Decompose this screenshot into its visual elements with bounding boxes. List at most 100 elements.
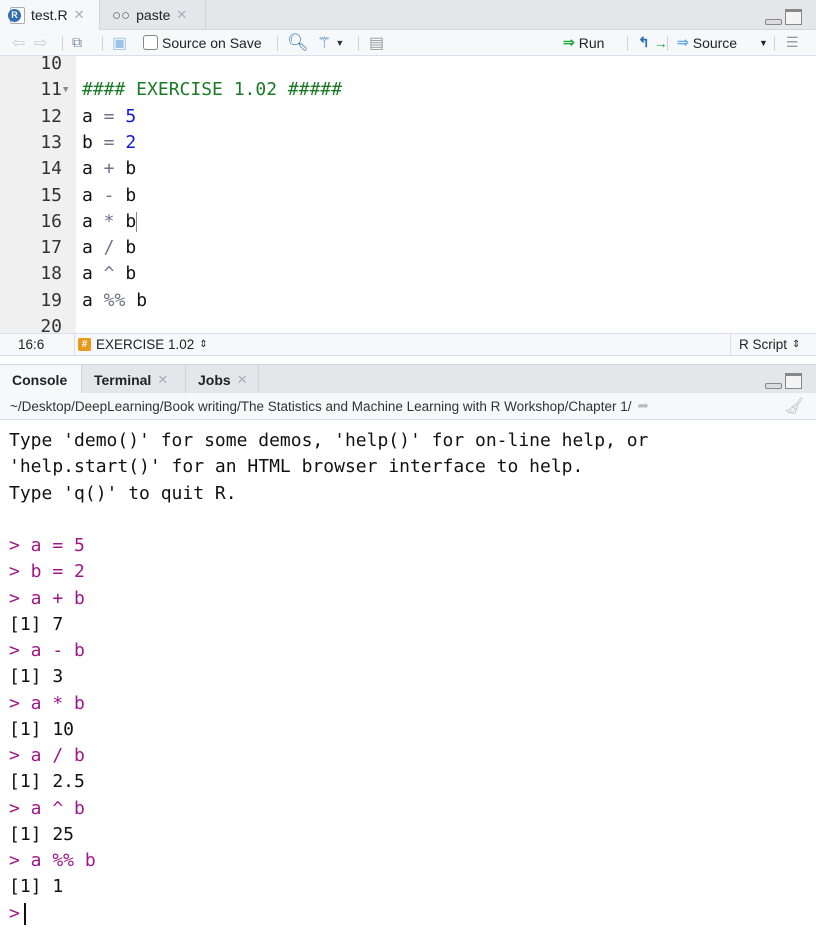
- console-text: > a + b: [9, 587, 85, 609]
- token-ident: a: [82, 263, 93, 285]
- line-number: 15: [40, 184, 62, 206]
- tab-paste[interactable]: ○○ paste ✕: [102, 0, 206, 30]
- filetype-selector[interactable]: R Script ⇕: [739, 337, 800, 352]
- token-ident: b: [125, 237, 137, 259]
- tab-jobs[interactable]: Jobs ✕: [186, 365, 259, 394]
- working-directory-path: ~/Desktop/DeepLearning/Book writing/The …: [10, 398, 632, 414]
- close-icon[interactable]: ✕: [237, 372, 248, 388]
- tab-console[interactable]: Console: [0, 365, 82, 394]
- source-on-save-label: Source on Save: [162, 34, 262, 51]
- token-op: +: [92, 158, 126, 180]
- save-icon[interactable]: ▣: [112, 33, 127, 53]
- line-number: 13: [40, 131, 62, 153]
- close-icon[interactable]: ✕: [176, 7, 187, 23]
- console-text: [1] 10: [9, 718, 75, 740]
- tab-label: Jobs: [198, 371, 231, 388]
- tab-label: paste: [136, 7, 171, 23]
- tab-terminal[interactable]: Terminal ✕: [82, 365, 186, 394]
- console-output-line: Type 'q()' to quit R.: [9, 481, 237, 507]
- r-console[interactable]: Type 'demo()' for some demos, 'help()' f…: [0, 420, 816, 936]
- console-output-line: [1] 2.5: [9, 769, 85, 795]
- code-text: a / b: [82, 235, 136, 261]
- source-dropdown-icon[interactable]: ▼: [759, 38, 768, 48]
- section-navigator[interactable]: # EXERCISE 1.02 ⇕: [78, 337, 208, 352]
- source-button[interactable]: ⇒ Source: [677, 34, 737, 51]
- console-text: > a ^ b: [9, 797, 85, 819]
- show-in-window-icon[interactable]: ⧉: [72, 34, 82, 51]
- console-text: [1] 3: [9, 666, 64, 688]
- line-number: 17: [40, 237, 62, 259]
- glasses-icon: ○○: [112, 6, 131, 24]
- close-icon[interactable]: ✕: [157, 372, 168, 388]
- rerun-icon[interactable]: ↰ →: [638, 34, 668, 51]
- code-text: a = 5: [82, 104, 136, 130]
- console-output-line: [1] 1: [9, 874, 63, 900]
- console-output-line: Type 'demo()' for some demos, 'help()' f…: [9, 428, 648, 454]
- console-tab-bar: Console Terminal ✕ Jobs ✕: [0, 364, 816, 394]
- line-number: 19: [40, 289, 62, 311]
- console-text: > a / b: [9, 745, 85, 766]
- code-text: a * b: [82, 209, 138, 235]
- source-on-save-checkbox[interactable]: Source on Save: [143, 35, 262, 51]
- section-label: EXERCISE 1.02: [96, 337, 195, 352]
- line-number: 18: [40, 263, 62, 285]
- line-number: 16: [40, 210, 62, 232]
- notebook-icon[interactable]: ▤: [369, 33, 384, 53]
- editor-status-bar: 16:6 # EXERCISE 1.02 ⇕ R Script ⇕: [0, 333, 816, 356]
- token-ident: a: [82, 158, 93, 180]
- source-label: Source: [692, 34, 738, 51]
- console-cursor: [23, 902, 26, 925]
- console-output-line: [1] 7: [9, 612, 63, 638]
- console-text: [1] 2.5: [9, 771, 85, 793]
- token-op: -: [92, 184, 126, 206]
- clear-console-broom-icon[interactable]: 🧹︎: [784, 396, 804, 416]
- token-op: %%: [92, 289, 137, 311]
- section-hash-icon: #: [78, 338, 91, 351]
- text-cursor: [136, 211, 138, 232]
- search-icon[interactable]: 🔍︎: [287, 33, 309, 53]
- token-op: *: [92, 210, 126, 232]
- token-ident: a: [82, 237, 93, 259]
- outline-icon[interactable]: ☰: [786, 34, 799, 51]
- code-editor[interactable]: 10 11 ▼ #### EXERCISE 1.02 ##### 12 a = 5 13 b …: [0, 56, 816, 333]
- token-ident: a: [82, 105, 93, 127]
- checkbox-icon[interactable]: [143, 35, 158, 50]
- maximize-icon[interactable]: [785, 373, 802, 389]
- close-icon[interactable]: ✕: [74, 7, 85, 23]
- run-label: Run: [578, 34, 605, 51]
- token-ident: a: [82, 184, 93, 206]
- line-number: 11: [40, 79, 62, 101]
- updown-icon: ⇕: [792, 339, 801, 350]
- token-op: ^: [92, 263, 126, 285]
- console-input-line: > a %% b: [9, 848, 96, 874]
- working-directory-bar: ~/Desktop/DeepLearning/Book writing/The …: [0, 393, 816, 420]
- back-icon[interactable]: ⇦: [12, 33, 25, 53]
- minimize-icon[interactable]: [765, 383, 782, 389]
- console-input-line: > a = 5: [9, 533, 85, 559]
- console-output-line: [1] 10: [9, 717, 74, 743]
- console-text: 'help.start()' for an HTML browser inter…: [9, 456, 584, 478]
- token-comment: #### EXERCISE 1.02 #####: [82, 79, 343, 101]
- minimize-icon[interactable]: [765, 19, 782, 25]
- code-text: a + b: [82, 156, 136, 182]
- editor-toolbar: ⇦ ⇨ ⧉ ▣ Source on Save 🔍︎ ⚚ ▼ ▤ ⇒ Run ↰ → …: [0, 30, 816, 56]
- token-ident: b: [136, 289, 148, 311]
- tab-test-r[interactable]: test.R ✕: [0, 0, 100, 30]
- console-input-line: > a * b: [9, 691, 85, 717]
- console-input-line: > a - b: [9, 638, 85, 664]
- go-to-directory-icon[interactable]: ➦: [637, 398, 648, 414]
- console-text: > a - b: [9, 640, 85, 661]
- console-text: > a * b: [9, 692, 85, 714]
- forward-icon[interactable]: ⇨: [34, 33, 47, 53]
- run-button[interactable]: ⇒ Run: [563, 34, 604, 51]
- console-text: >: [9, 902, 20, 924]
- fold-icon[interactable]: ▼: [63, 77, 68, 103]
- magic-wand-icon[interactable]: ⚚ ▼: [317, 33, 344, 53]
- tab-label: Console: [12, 371, 68, 388]
- cursor-position: 16:6: [18, 337, 45, 352]
- code-text: #### EXERCISE 1.02 #####: [82, 77, 342, 103]
- console-window-controls: [765, 373, 802, 389]
- line-number: 10: [40, 56, 62, 74]
- maximize-icon[interactable]: [785, 9, 802, 25]
- token-ident: a: [82, 210, 93, 232]
